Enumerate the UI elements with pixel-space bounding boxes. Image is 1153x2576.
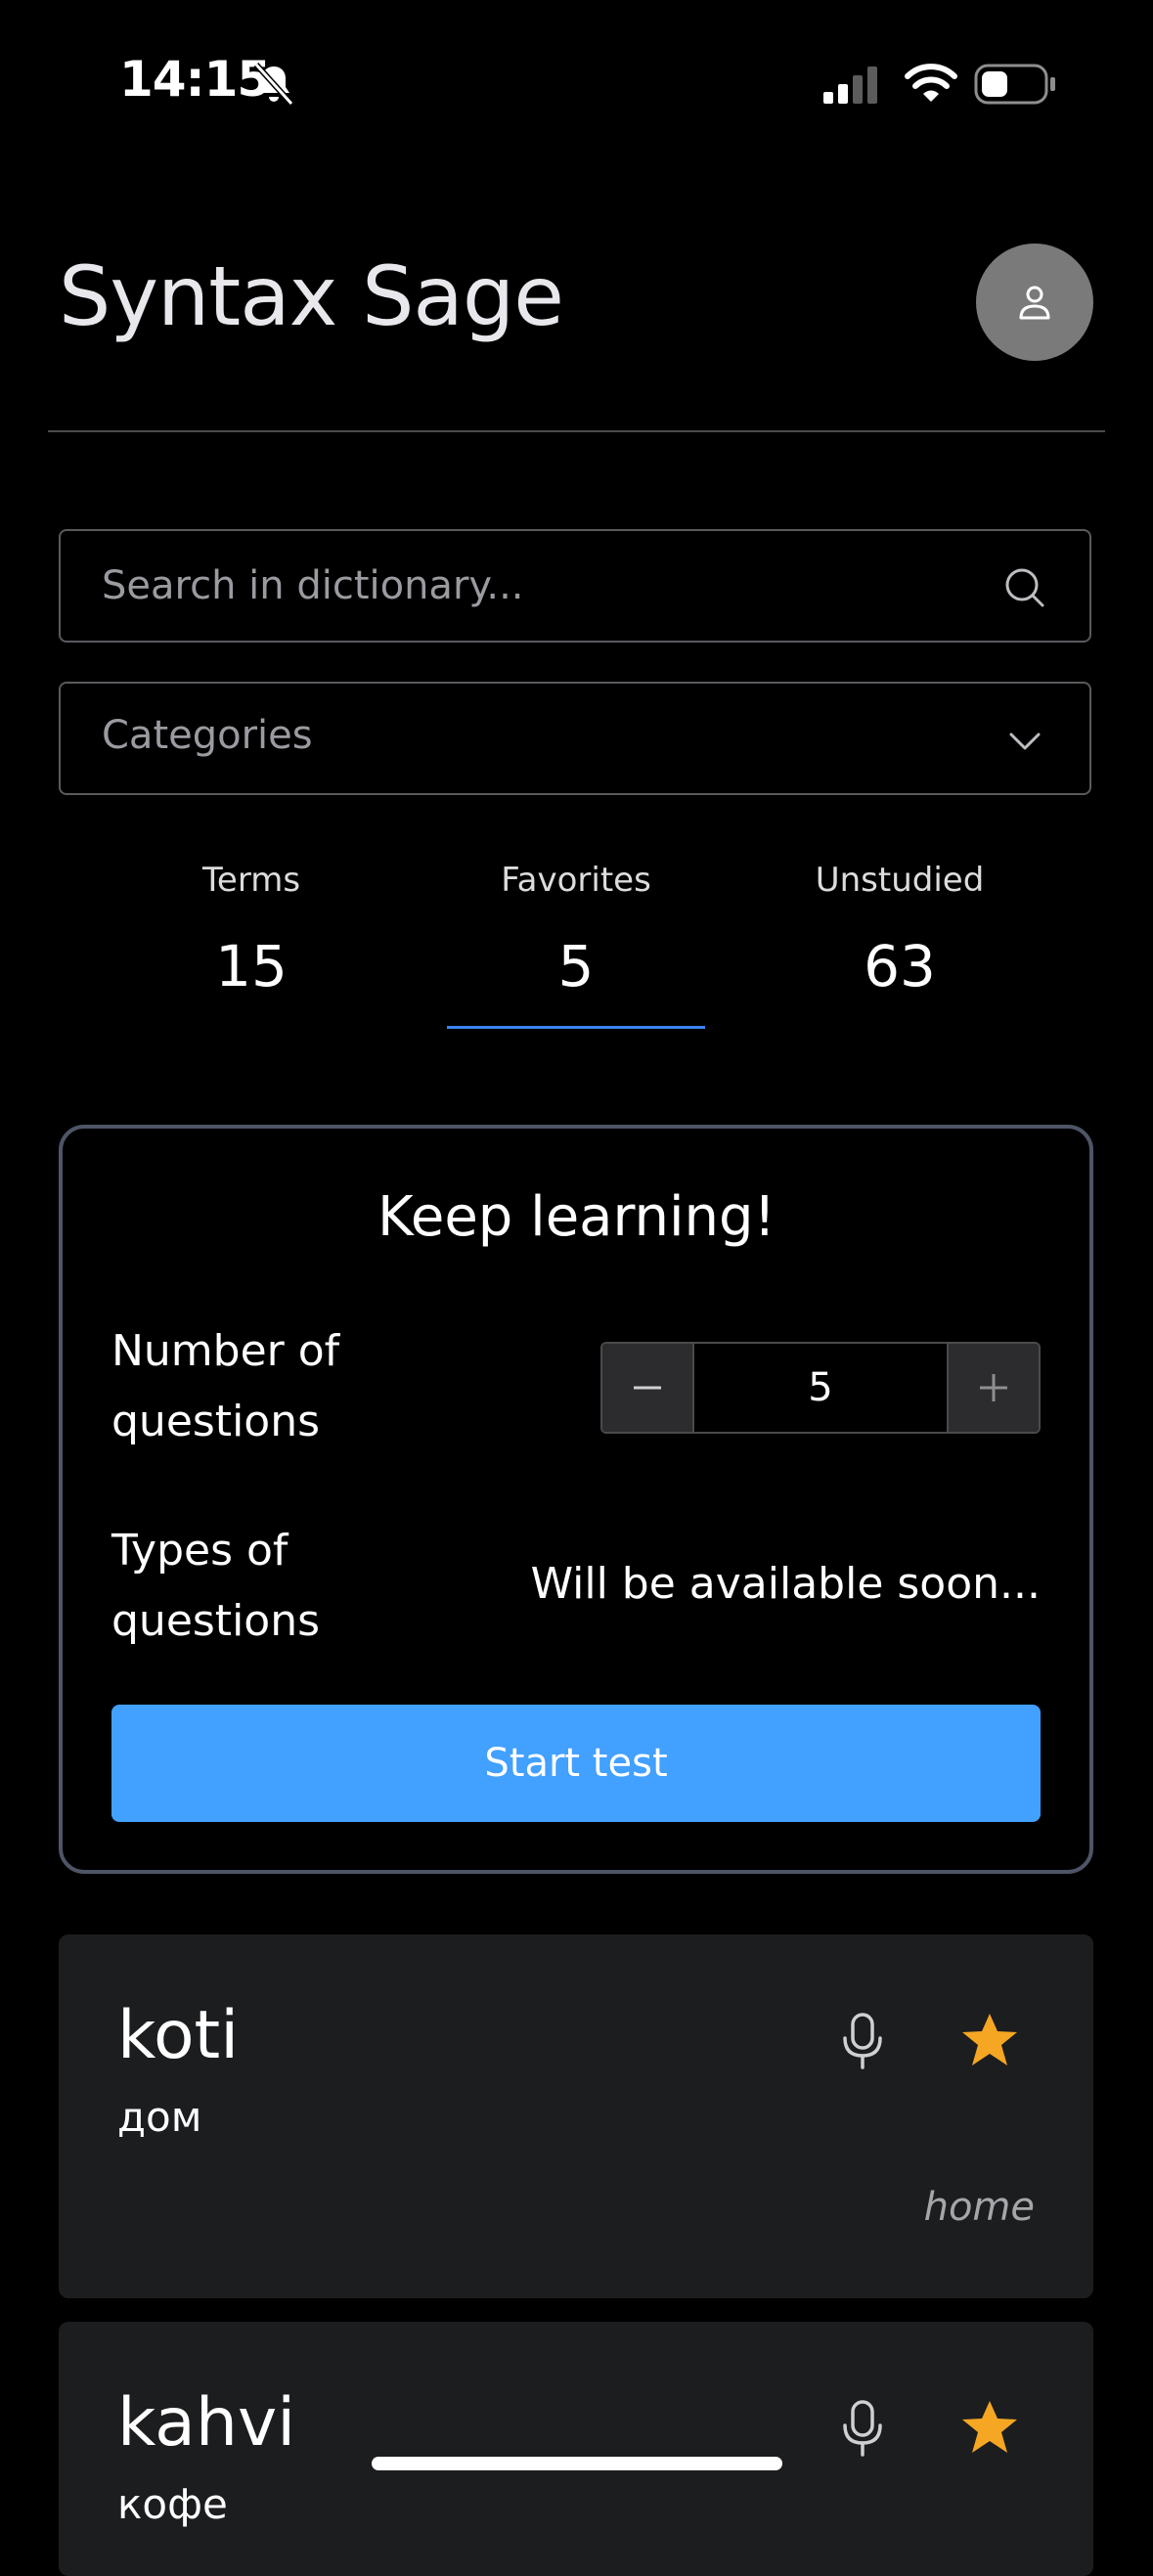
word-term: koti: [117, 1997, 240, 2074]
quantity-stepper[interactable]: 5: [600, 1342, 1041, 1434]
wifi-icon: [905, 64, 957, 102]
word-term: kahvi: [117, 2384, 296, 2462]
microphone-icon[interactable]: [833, 2011, 892, 2071]
battery-icon: [974, 64, 1055, 105]
word-translation: кофе: [117, 2480, 228, 2528]
search-field[interactable]: [59, 529, 1091, 643]
bell-slash-icon: [253, 62, 294, 107]
decrement-button[interactable]: [602, 1344, 694, 1432]
questions-count-value[interactable]: 5: [694, 1344, 947, 1432]
stat-label: Favorites: [501, 861, 651, 900]
categories-label: Categories: [102, 713, 313, 758]
stat-terms[interactable]: Terms 15: [105, 861, 398, 999]
avatar[interactable]: [976, 244, 1093, 361]
user-icon: [1019, 286, 1050, 320]
categories-dropdown[interactable]: Categories: [59, 682, 1091, 795]
questions-count-label: Number of questions: [111, 1326, 340, 1446]
header-divider: [48, 430, 1105, 432]
home-indicator[interactable]: [372, 2457, 782, 2470]
stat-value: 15: [215, 933, 288, 999]
stat-value: 63: [864, 933, 936, 999]
increment-button[interactable]: [947, 1344, 1039, 1432]
question-types-value: Will be available soon...: [530, 1559, 1041, 1609]
chevron-down-icon: [1009, 733, 1041, 750]
question-types-label: Types of questions: [111, 1526, 321, 1646]
search-icon[interactable]: [1003, 566, 1046, 609]
word-translation: дом: [117, 2093, 202, 2141]
stat-favorites[interactable]: Favorites 5: [429, 861, 723, 999]
minus-icon: [634, 1386, 661, 1390]
stat-label: Unstudied: [815, 861, 985, 900]
stat-value: 5: [557, 933, 595, 999]
start-test-button[interactable]: Start test: [111, 1705, 1041, 1822]
microphone-icon[interactable]: [833, 2398, 892, 2459]
page-title: Syntax Sage: [59, 248, 564, 344]
plus-icon: [980, 1374, 1007, 1401]
stat-unstudied[interactable]: Unstudied 63: [753, 861, 1046, 999]
star-icon[interactable]: [960, 2011, 1019, 2069]
cellular-signal-icon: [823, 67, 877, 104]
star-icon[interactable]: [960, 2398, 1019, 2457]
stat-label: Terms: [201, 861, 301, 900]
search-input[interactable]: [102, 556, 962, 615]
word-card[interactable]: koti дом home: [59, 1934, 1093, 2298]
word-english: home: [923, 2185, 1035, 2230]
word-card[interactable]: kahvi кофе: [59, 2322, 1093, 2576]
selected-tab-underline: [447, 1026, 705, 1029]
quiz-title: Keep learning!: [377, 1185, 776, 1249]
status-time: 14:15: [119, 51, 271, 108]
